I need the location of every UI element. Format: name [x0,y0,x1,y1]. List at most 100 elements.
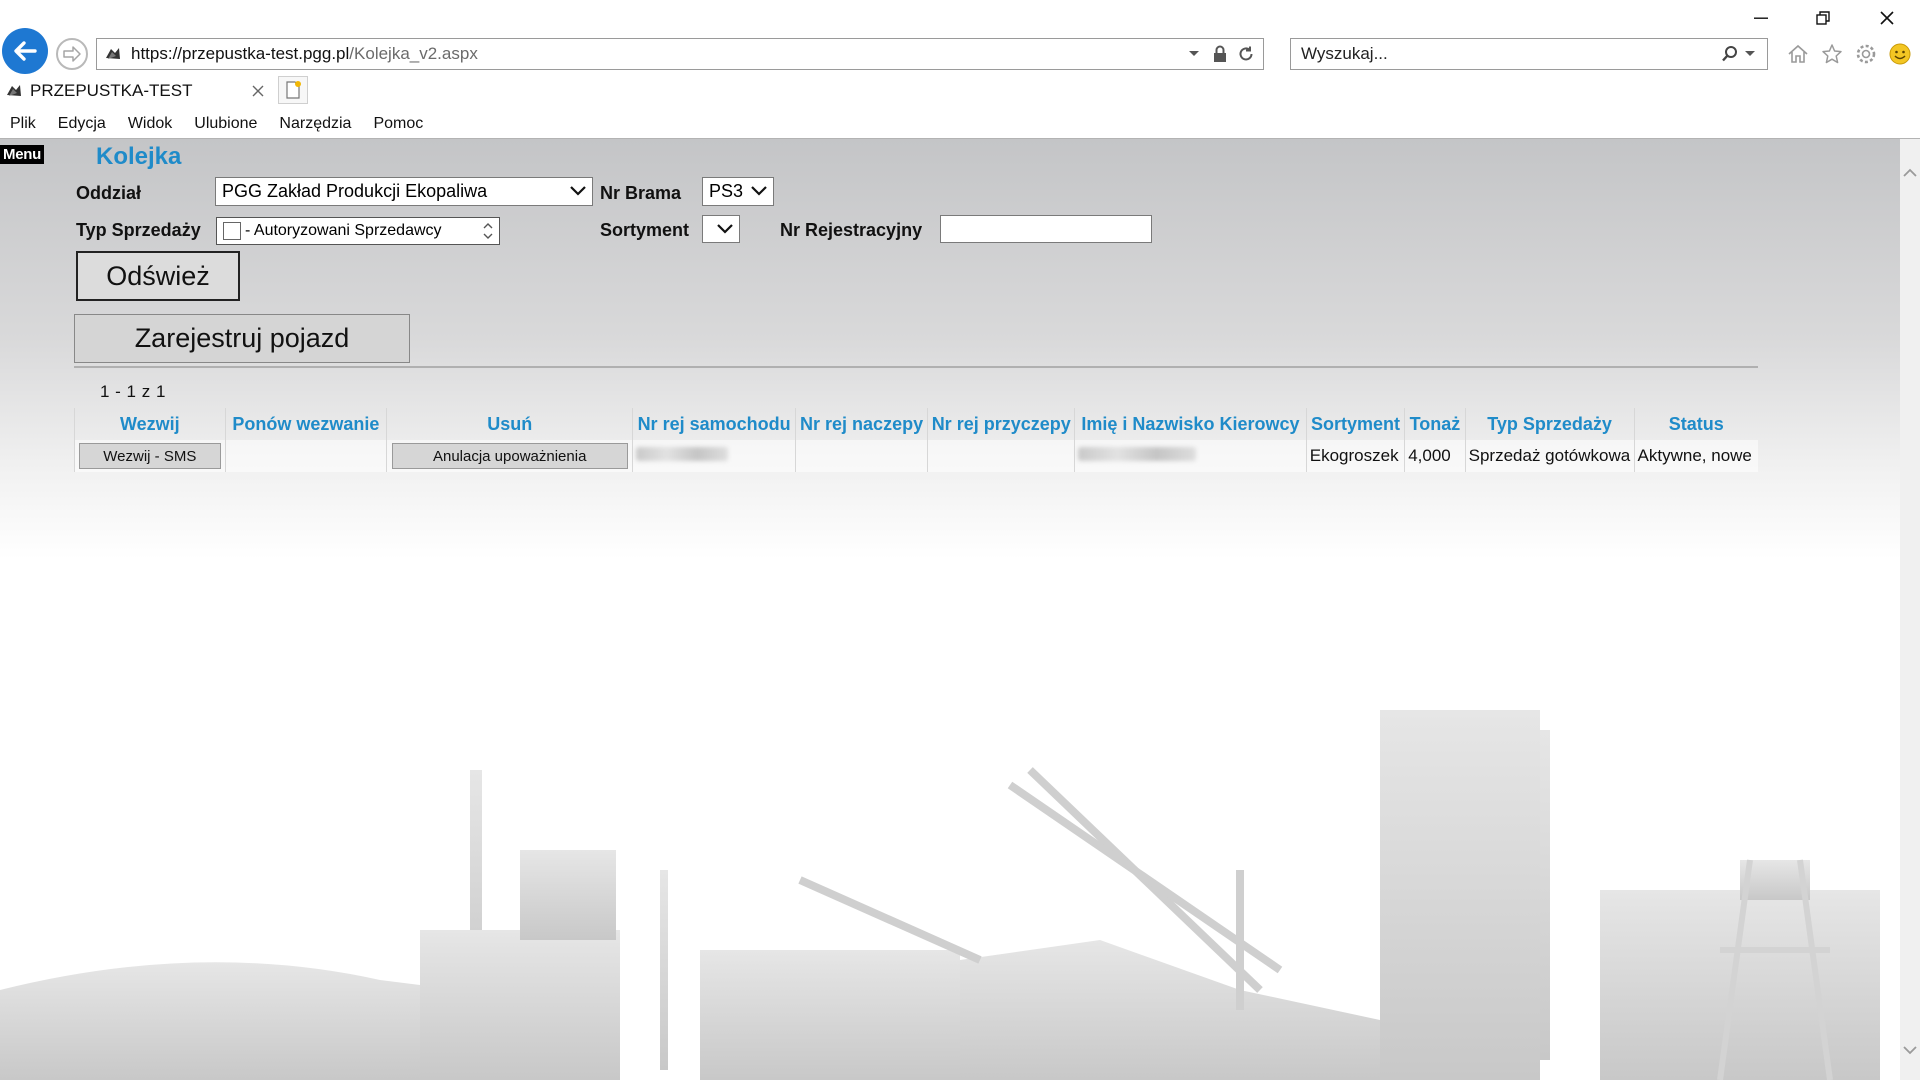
star-icon [1822,44,1842,64]
col-header-wezwij[interactable]: Wezwij [74,408,226,440]
menu-item-narzedzia[interactable]: Narzędzia [279,115,351,133]
queue-table: Wezwij Ponów wezwanie Usuń Nr rej samoch… [74,408,1758,472]
menu-bar: Plik Edycja Widok Ulubione Narzędzia Pom… [0,110,1920,139]
menu-item-plik[interactable]: Plik [10,115,36,133]
col-header-nr-rej-przyczepy[interactable]: Nr rej przyczepy [927,408,1075,440]
table-row: Wezwij - SMS Anulacja upoważnienia Ekogr… [74,440,1758,472]
cell-nr-rej-samochodu [632,440,796,472]
arrow-left-icon [14,41,37,61]
gear-icon [1856,44,1876,64]
cell-usun: Anulacja upoważnienia [386,440,633,472]
site-favicon-icon [106,48,120,59]
typ-sprzedazy-label: Typ Sprzedaży [76,220,201,240]
sortyment-select[interactable] [702,215,740,243]
menu-item-edycja[interactable]: Edycja [58,115,106,133]
redacted-driver-name [1078,447,1197,461]
refresh-icon[interactable] [1237,45,1255,63]
tab-przepustka[interactable]: PRZEPUSTKA-TEST [0,74,276,108]
pager-info: 1 - 1 z 1 [100,382,166,401]
search-input[interactable] [1299,43,1721,65]
close-icon [1880,11,1894,25]
col-header-nr-rej-samochodu[interactable]: Nr rej samochodu [632,408,796,440]
nr-rejestracyjny-label: Nr Rejestracyjny [780,220,923,240]
register-vehicle-button[interactable]: Zarejestruj pojazd [74,314,410,363]
col-header-typ-sprzedazy[interactable]: Typ Sprzedaży [1464,408,1635,440]
browser-toolbar: https://przepustka-test.pgg.pl/Kolejka_v… [0,0,1920,74]
redacted-plate [636,447,729,461]
minimize-button[interactable] [1744,6,1778,30]
tab-close-button[interactable] [246,79,270,103]
oddzial-label: Oddział [76,183,142,203]
tab-title: PRZEPUSTKA-TEST [30,81,193,100]
col-header-ponow[interactable]: Ponów wezwanie [224,408,387,440]
nr-rejestracyjny-input[interactable] [940,215,1152,243]
search-icon[interactable] [1721,45,1739,63]
feedback-button[interactable] [1886,40,1914,68]
col-header-kierowca[interactable]: Imię i Nazwisko Kierowcy [1074,408,1307,440]
industrial-skyline-background [0,710,1880,1080]
col-header-sortyment[interactable]: Sortyment [1305,408,1405,440]
brama-select[interactable]: PS3 [702,177,774,206]
url-text[interactable]: https://przepustka-test.pgg.pl/Kolejka_v… [131,44,1185,64]
restore-button[interactable] [1806,6,1840,30]
col-header-nr-rej-naczepy[interactable]: Nr rej naczepy [794,408,928,440]
home-icon [1788,44,1808,63]
queue-grid-panel: 1 - 1 z 1 Wezwij Ponów wezwanie Usuń Nr … [74,366,1758,616]
address-bar[interactable]: https://przepustka-test.pgg.pl/Kolejka_v… [96,38,1264,70]
cell-sortyment: Ekogroszek [1305,440,1405,472]
cell-wezwij: Wezwij - SMS [74,440,226,472]
scroll-down-icon[interactable] [1900,1040,1920,1060]
cell-tonaz: 4,000 [1404,440,1466,472]
vertical-scrollbar[interactable] [1900,139,1920,1080]
home-button[interactable] [1784,40,1812,68]
autoryzowani-checkbox[interactable] [223,222,241,240]
search-dropdown-icon[interactable] [1741,45,1759,63]
tab-strip: PRZEPUSTKA-TEST [0,74,1920,108]
cell-nr-rej-przyczepy [927,440,1075,472]
col-header-tonaz[interactable]: Tonaż [1404,408,1466,440]
url-domain: pgg.pl [302,44,350,63]
restore-icon [1816,11,1830,25]
menu-item-widok[interactable]: Widok [128,115,172,133]
search-box[interactable] [1290,38,1768,70]
sortyment-label: Sortyment [600,220,690,240]
cell-status: Aktywne, nowe [1633,440,1758,472]
spinner-arrows-icon[interactable] [481,220,495,242]
smiley-icon [1889,43,1911,65]
refresh-button[interactable]: Odśwież [76,251,240,301]
forward-button[interactable] [56,38,88,70]
cell-kierowca [1074,440,1307,472]
chevron-down-icon [751,186,767,196]
close-window-button[interactable] [1870,6,1904,30]
chevron-down-icon [717,224,733,234]
minimize-icon [1754,17,1768,19]
col-header-status[interactable]: Status [1633,408,1758,440]
lock-icon[interactable] [1211,45,1229,63]
new-tab-icon [286,81,301,99]
arrow-right-icon [63,46,81,62]
back-button[interactable] [2,28,48,74]
address-dropdown-icon[interactable] [1185,45,1203,63]
favorites-button[interactable] [1818,40,1846,68]
wezwij-sms-button[interactable]: Wezwij - SMS [78,443,221,469]
cell-ponow [224,440,387,472]
menu-item-ulubione[interactable]: Ulubione [194,115,257,133]
cell-typ-sprzedazy: Sprzedaż gotówkowa [1464,440,1635,472]
table-header-row: Wezwij Ponów wezwanie Usuń Nr rej samoch… [74,408,1758,440]
brama-value: PS3 [709,181,744,201]
cell-nr-rej-naczepy [794,440,928,472]
oddzial-select[interactable]: PGG Zakład Produkcji Ekopaliwa [215,177,593,206]
scroll-up-icon[interactable] [1900,163,1920,183]
new-tab-button[interactable] [278,76,308,104]
close-icon [252,85,264,97]
page-content: Menu Kolejka Oddział PGG Zakład Produkcj… [0,139,1900,1080]
menu-item-pomoc[interactable]: Pomoc [373,115,423,133]
col-header-usun[interactable]: Usuń [386,408,633,440]
anulacja-upowaznienia-button[interactable]: Anulacja upoważnienia [391,443,628,469]
chevron-down-icon [570,186,586,196]
typ-sprzedazy-multiselect[interactable]: - Autoryzowani Sprzedawcy [216,217,500,245]
menu-toggle-button[interactable]: Menu [0,145,44,164]
brama-label: Nr Brama [600,183,682,203]
typ-sprzedazy-option: - Autoryzowani Sprzedawcy [245,222,442,239]
settings-button[interactable] [1852,40,1880,68]
